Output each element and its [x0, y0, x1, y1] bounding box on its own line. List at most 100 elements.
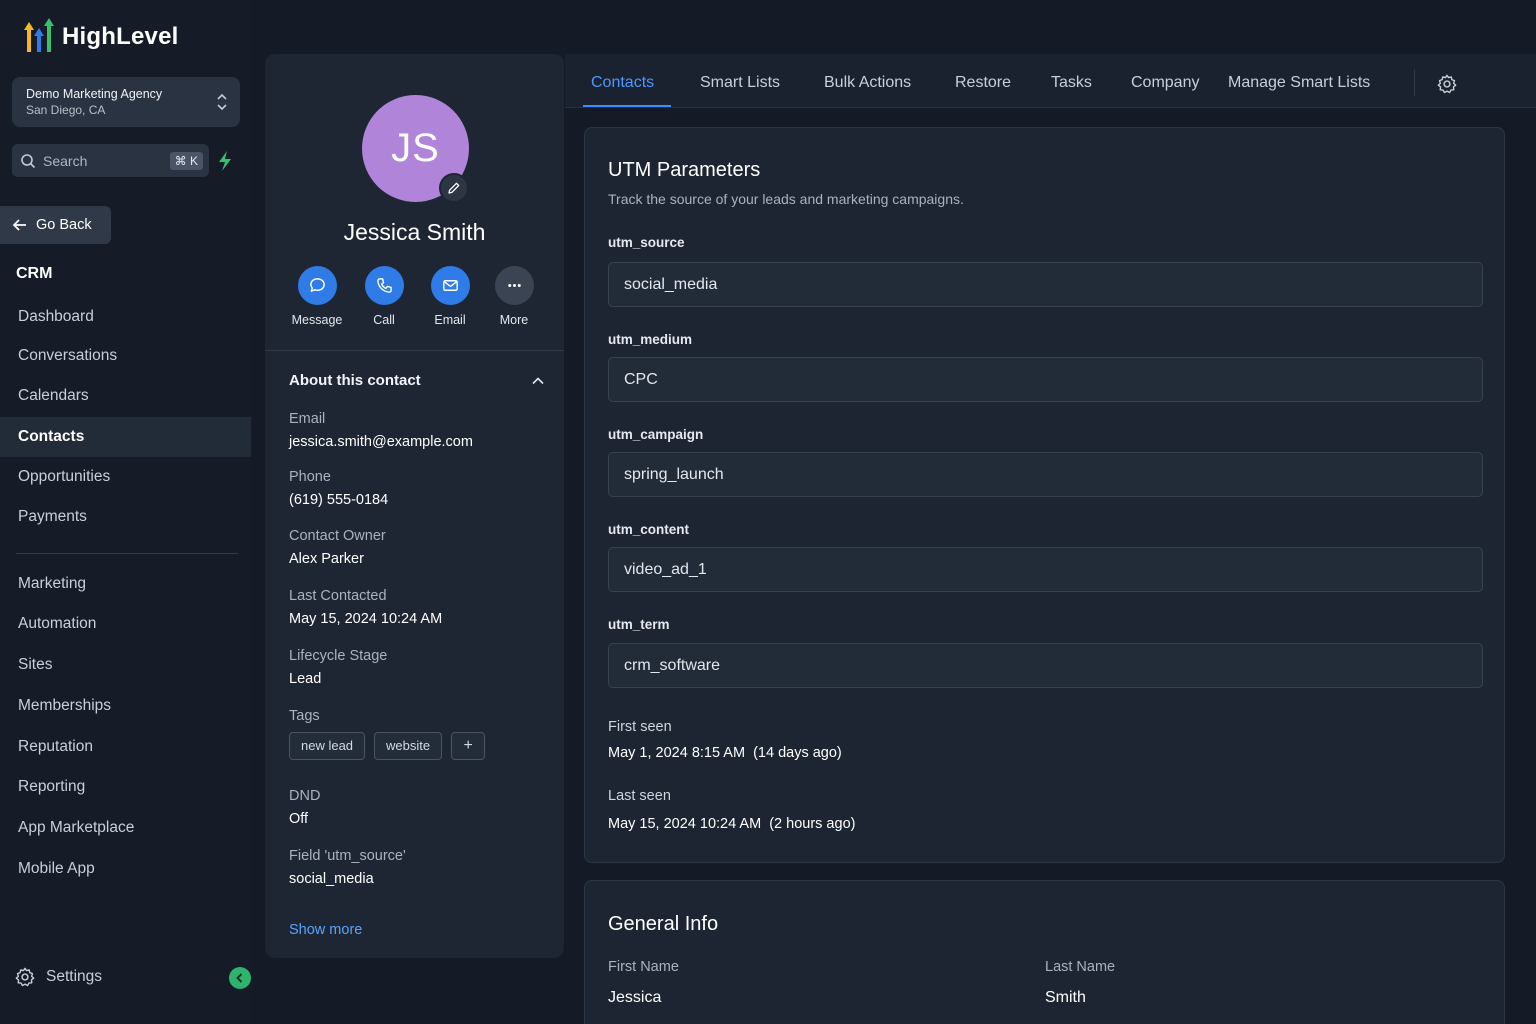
sidebar-item-marketing[interactable]: Marketing	[0, 564, 251, 604]
field-phone: Phone (619) 555-0184	[289, 467, 388, 511]
about-contact-heading[interactable]: About this contact	[289, 372, 421, 389]
sidebar-item-memberships[interactable]: Memberships	[0, 686, 251, 726]
active-tab-indicator	[583, 105, 671, 107]
highlevel-logo-icon	[24, 18, 54, 52]
more-dots-icon	[507, 283, 521, 288]
tab-tasks[interactable]: Tasks	[1051, 74, 1092, 92]
tab-smart-lists[interactable]: Smart Lists	[700, 74, 780, 92]
utm-medium-label: utm_medium	[608, 332, 693, 347]
agency-name: Demo Marketing Agency	[26, 87, 163, 101]
agency-location: San Diego, CA	[26, 103, 106, 117]
edit-avatar-button[interactable]	[439, 173, 469, 203]
sidebar-item-mobile-app[interactable]: Mobile App	[0, 849, 251, 889]
utm-campaign-field[interactable]: spring_launch	[608, 452, 1483, 497]
field-label: Field 'utm_source'	[289, 848, 406, 864]
sidebar-divider	[16, 553, 238, 554]
field-value[interactable]: Off	[289, 808, 320, 830]
field-last-contacted: Last Contacted May 15, 2024 10:24 AM	[289, 586, 442, 630]
utm-content-label: utm_content	[608, 522, 689, 537]
chevron-up-down-icon	[217, 93, 227, 111]
contact-card: JS Jessica Smith Message Call Email More…	[265, 54, 564, 958]
email-action-label: Email	[434, 313, 466, 327]
sidebar-item-settings[interactable]: Settings	[14, 966, 102, 988]
phone-icon	[376, 278, 392, 293]
brand-logo[interactable]: HighLevel	[20, 18, 179, 56]
tab-company[interactable]: Company	[1131, 74, 1199, 92]
lightning-bolt-icon[interactable]	[217, 151, 233, 171]
message-action-label: Message	[291, 313, 343, 327]
tab-bulk-actions[interactable]: Bulk Actions	[824, 74, 911, 92]
utm-campaign-label: utm_campaign	[608, 427, 704, 442]
sidebar-item-reporting[interactable]: Reporting	[0, 767, 251, 807]
field-value[interactable]: Alex Parker	[289, 548, 386, 570]
go-back-label: Go Back	[36, 217, 92, 233]
tab-contacts[interactable]: Contacts	[591, 74, 654, 92]
agency-switcher[interactable]: Demo Marketing Agency San Diego, CA	[12, 77, 240, 127]
field-value[interactable]: social_media	[289, 868, 406, 890]
contact-name: Jessica Smith	[343, 219, 486, 245]
tab-manage-smart-lists[interactable]: Manage Smart Lists	[1228, 74, 1370, 92]
field-label: Lifecycle Stage	[289, 648, 388, 664]
call-action-button[interactable]: Call	[354, 266, 414, 327]
settings-label: Settings	[46, 968, 103, 985]
utm-panel-subtitle: Track the source of your leads and marke…	[608, 191, 964, 207]
arrow-left-icon	[12, 219, 26, 231]
sidebar-item-app-marketplace[interactable]: App Marketplace	[0, 808, 251, 848]
sidebar-item-payments[interactable]: Payments	[0, 497, 251, 537]
section-title-crm: CRM	[16, 265, 53, 282]
last-seen-value: May 15, 2024 10:24 AM (2 hours ago)	[608, 816, 856, 832]
field-value[interactable]: (619) 555-0184	[289, 489, 388, 511]
message-action-button[interactable]: Message	[287, 266, 347, 327]
tag-chip[interactable]: website	[374, 732, 443, 760]
field-label: Phone	[289, 469, 331, 485]
first-seen-label: First seen	[608, 719, 672, 735]
sidebar-item-dashboard[interactable]: Dashboard	[0, 297, 251, 337]
utm-source-field[interactable]: social_media	[608, 262, 1483, 307]
tag-chip[interactable]: new lead	[289, 732, 366, 760]
sidebar-item-calendars[interactable]: Calendars	[0, 376, 251, 416]
sidebar-item-conversations[interactable]: Conversations	[0, 336, 251, 376]
sidebar-item-sites[interactable]: Sites	[0, 645, 251, 685]
utm-medium-field[interactable]: CPC	[608, 357, 1483, 402]
utm-term-field[interactable]: crm_software	[608, 643, 1483, 688]
tag-list: new lead website +	[289, 732, 486, 760]
chat-bubble-icon	[309, 278, 325, 292]
field-value[interactable]: jessica.smith@example.com	[289, 431, 473, 453]
collapse-sidebar-button[interactable]	[229, 967, 251, 989]
last-name-value[interactable]: Smith	[1045, 989, 1086, 1007]
add-tag-button[interactable]: +	[451, 732, 486, 760]
utm-content-field[interactable]: video_ad_1	[608, 547, 1483, 592]
last-name-label: Last Name	[1045, 959, 1116, 975]
field-value: May 15, 2024 10:24 AM	[289, 611, 443, 627]
first-name-label: First Name	[608, 959, 679, 975]
sidebar-item-reputation[interactable]: Reputation	[0, 727, 251, 767]
search-shortcut-badge: ⌘ K	[169, 152, 203, 170]
field-label: Last Contacted	[289, 588, 387, 604]
sidebar-item-contacts[interactable]: Contacts	[0, 417, 251, 457]
chevron-up-icon[interactable]	[531, 374, 545, 388]
show-more-link[interactable]: Show more	[289, 922, 362, 938]
field-label: Tags	[289, 708, 320, 724]
field-tags: Tags	[289, 706, 320, 726]
card-divider	[265, 350, 564, 351]
sidebar-item-automation[interactable]: Automation	[0, 604, 251, 644]
chevron-left-icon	[236, 973, 243, 983]
more-action-label: More	[499, 313, 529, 327]
search-input[interactable]: Search ⌘ K	[12, 144, 209, 177]
general-info-panel: General Info First Name Jessica Last Nam…	[584, 880, 1505, 1024]
field-label: Email	[289, 411, 326, 427]
field-email: Email jessica.smith@example.com	[289, 409, 473, 453]
tab-divider	[1414, 70, 1415, 96]
field-label: DND	[289, 788, 321, 804]
tab-restore[interactable]: Restore	[955, 74, 1011, 92]
more-action-button[interactable]: More	[484, 266, 544, 327]
email-action-button[interactable]: Email	[420, 266, 480, 327]
go-back-button[interactable]: Go Back	[0, 206, 111, 244]
sidebar: HighLevel Demo Marketing Agency San Dieg…	[0, 0, 252, 1024]
utm-source-label: utm_source	[608, 235, 685, 250]
utm-panel-title: UTM Parameters	[608, 159, 761, 181]
sidebar-item-opportunities[interactable]: Opportunities	[0, 457, 251, 497]
gear-icon[interactable]	[1436, 73, 1458, 95]
first-name-value[interactable]: Jessica	[608, 989, 661, 1007]
field-value[interactable]: Lead	[289, 668, 387, 690]
